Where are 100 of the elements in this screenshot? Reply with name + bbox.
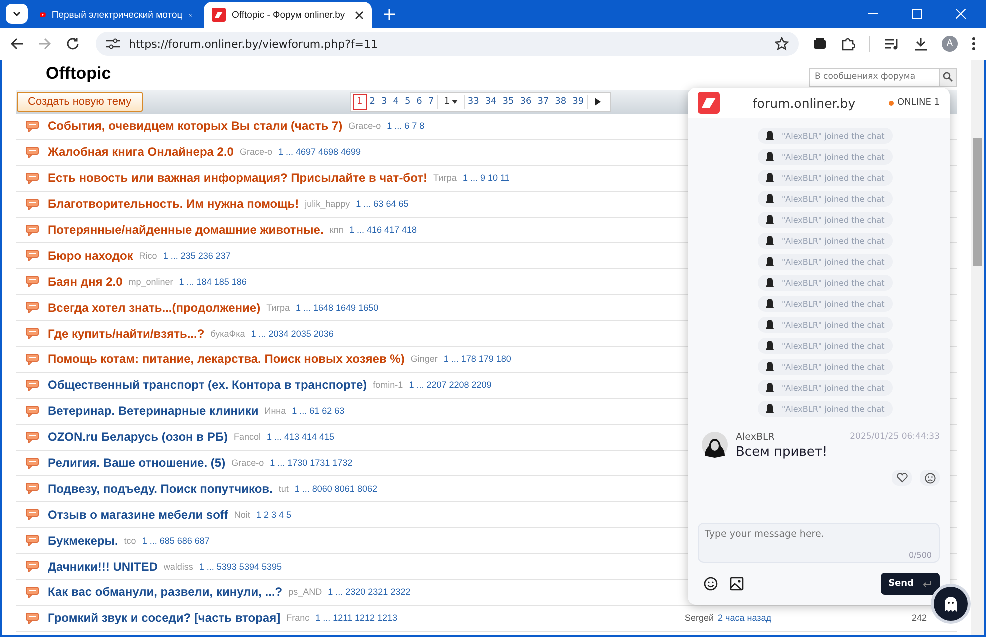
page-jump-dropdown[interactable]: 1 (437, 95, 465, 109)
page-link[interactable]: 35 (500, 95, 518, 109)
new-tab-icon[interactable] (384, 9, 395, 20)
page-link[interactable]: 39 (570, 95, 588, 109)
page-link[interactable]: 4 (390, 95, 402, 109)
topic-pages[interactable]: 1 ... 2034 2035 2036 (251, 328, 334, 339)
topic-link[interactable]: Есть новость или важная информация? Присылайте в чат-бот! (48, 171, 428, 186)
reload-icon[interactable] (66, 37, 80, 51)
close-icon[interactable] (355, 10, 364, 20)
topic-link[interactable]: Религия. Ваше отношение. (5) (48, 456, 226, 470)
topic-pages[interactable]: 1 ... 9 10 11 (462, 173, 510, 184)
topic-pages[interactable]: 1 ... 2320 2321 2322 (328, 587, 411, 598)
topic-pages[interactable]: 1 ... 184 185 186 (179, 276, 247, 287)
profile-button[interactable]: A (942, 36, 958, 52)
address-bar[interactable]: https://forum.onliner.by/viewforum.php?f=11 (96, 32, 799, 56)
topic-link[interactable]: Потерянные/найденные домашние животные. (48, 223, 324, 237)
back-icon[interactable] (10, 37, 24, 51)
topic-link[interactable]: Ветеринар. Ветеринарные клиники (48, 404, 259, 418)
star-icon[interactable] (775, 37, 789, 51)
page-link[interactable]: 33 (464, 95, 482, 109)
topic-link[interactable]: Благотворительность. Им нужна помощь! (48, 197, 300, 212)
page-link[interactable]: 6 (414, 95, 426, 109)
sad-reaction-button[interactable] (920, 470, 940, 486)
maximize-icon[interactable] (912, 9, 922, 19)
topic-pages[interactable]: 1 ... 4697 4698 4699 (278, 147, 362, 158)
topic-pages[interactable]: 1 ... 61 62 63 (292, 406, 345, 416)
topic-author: Fancol (234, 432, 261, 442)
topic-link[interactable]: Дачники!!! UNITED (48, 560, 158, 574)
topic-icon (26, 406, 39, 417)
join-notice: "AlexBLR" joined the chat (782, 258, 885, 266)
media-icon[interactable] (884, 37, 900, 51)
search-button[interactable] (940, 68, 957, 86)
page-link[interactable]: 2 (366, 95, 378, 109)
last-post-author[interactable]: Sergeй (685, 613, 714, 624)
topic-pages[interactable]: 1 ... 685 686 687 (142, 536, 210, 546)
return-icon (923, 580, 932, 588)
topic-pages[interactable]: 1 ... 235 236 237 (163, 250, 231, 261)
menu-icon[interactable] (972, 37, 976, 51)
topic-pages[interactable]: 1 ... 416 417 418 (350, 225, 418, 235)
page-link[interactable]: 3 (378, 95, 390, 109)
topic-link[interactable]: Как вас обманули, развели, кинули, ...? (48, 585, 283, 600)
search-field[interactable]: В сообщениях форума (809, 68, 940, 86)
site-settings-icon[interactable] (106, 38, 120, 50)
topic-link[interactable]: Где купить/найти/взять...? (48, 326, 205, 341)
topic-link[interactable]: Всегда хотел знать...(продолжение) (48, 300, 261, 315)
message-time: 2025/01/25 06:44:33 (850, 432, 940, 443)
puzzle-icon[interactable] (841, 37, 855, 51)
topic-link[interactable]: События, очевидцем которых Вы стали (часть 7) (48, 119, 343, 134)
page-link[interactable]: 5 (402, 95, 414, 109)
last-post-time[interactable]: 2 часа назад (718, 613, 772, 624)
topic-pages[interactable]: 1 ... 178 179 180 (444, 354, 512, 364)
page-link[interactable]: 37 (534, 95, 552, 109)
tab-search-button[interactable] (6, 4, 28, 24)
chat-toggle-button[interactable] (934, 587, 968, 621)
topic-icon (26, 146, 39, 158)
page-link[interactable]: 1 (353, 94, 367, 110)
ghost-icon (766, 152, 774, 162)
extension-icon[interactable] (813, 37, 827, 51)
topic-pages[interactable]: 1 ... 413 414 415 (266, 432, 335, 442)
topic-link[interactable]: Баян дня 2.0 (48, 274, 123, 289)
topic-author: Grace-o (240, 147, 272, 158)
topic-pages[interactable]: 1 ... 63 64 65 (356, 199, 409, 210)
character-counter: 0/500 (908, 551, 932, 560)
topic-pages[interactable]: 1 ... 5393 5394 5395 (199, 562, 282, 572)
topic-link[interactable]: Помощь котам: питание, лекарства. Поиск новых хозяев %) (48, 352, 405, 366)
emoji-icon[interactable] (704, 577, 718, 591)
topic-link[interactable]: Бюро находок (48, 248, 134, 263)
topic-link[interactable]: Громкий звук и соседи? [часть вторая] (48, 611, 281, 626)
ghost-icon (766, 131, 774, 141)
like-button[interactable] (892, 470, 912, 486)
topic-pages[interactable]: 1 ... 1730 1731 1732 (270, 458, 353, 468)
topic-icon (26, 250, 39, 262)
image-icon[interactable] (730, 577, 744, 591)
topic-link[interactable]: Отзыв о магазине мебели soff (48, 508, 228, 522)
scrollbar[interactable] (971, 60, 984, 635)
topic-pages[interactable]: 1 ... 1648 1649 1650 (296, 302, 379, 313)
topic-link[interactable]: Жалобная книга Онлайнера 2.0 (48, 145, 234, 160)
topic-pages[interactable]: 1 ... 8060 8061 8062 (294, 484, 378, 494)
ghost-icon (766, 299, 774, 309)
ghost-icon (766, 341, 774, 351)
send-button[interactable]: Send (880, 573, 940, 595)
topic-link[interactable]: Подвезу, подъеду. Поиск попутчиков. (48, 482, 273, 496)
page-link[interactable]: 36 (517, 95, 535, 109)
page-link[interactable]: 7 (425, 95, 438, 109)
new-topic-button[interactable]: Создать новую тему (17, 92, 143, 112)
page-link[interactable]: 38 (552, 95, 570, 109)
topic-pages[interactable]: 1 2 3 4 5 (256, 510, 292, 520)
topic-icon (26, 380, 39, 391)
topic-link[interactable]: OZON.ru Беларусь (озон в РБ) (48, 430, 228, 444)
download-icon[interactable] (914, 37, 928, 51)
topic-link[interactable]: Общественный транспорт (ex. Контора в транспорте) (48, 378, 368, 392)
topic-icon (26, 509, 39, 520)
page-link[interactable]: 34 (482, 95, 500, 109)
topic-pages[interactable]: 1 ... 2207 2208 2209 (409, 380, 492, 390)
topic-pages[interactable]: 1 ... 1211 1212 1213 (316, 613, 398, 624)
topic-link[interactable]: Букмекеры. (48, 534, 118, 548)
browser-tab[interactable]: Первый электрический мотоц (32, 2, 200, 28)
browser-tab[interactable]: Offtopic - Форум onliner.by (204, 2, 372, 28)
topic-author: Rico (139, 250, 158, 261)
topic-pages[interactable]: 1 ... 6 7 8 (387, 121, 425, 132)
